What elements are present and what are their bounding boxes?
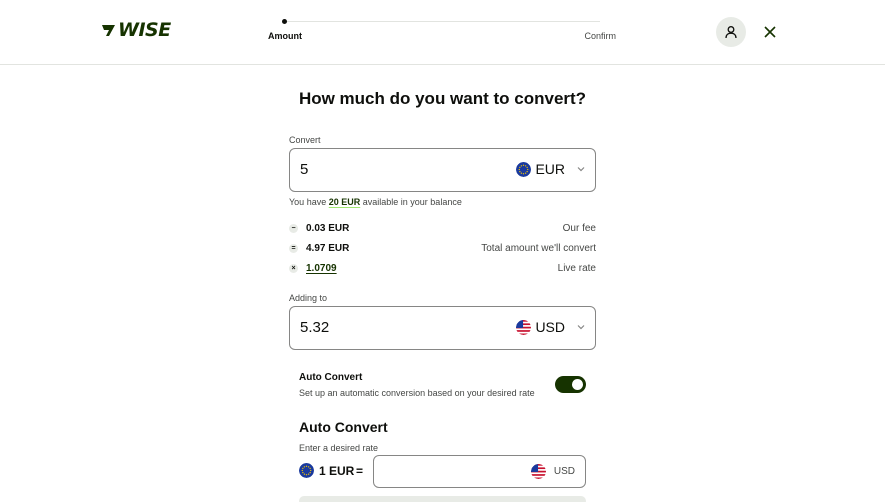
equals-icon: = — [289, 244, 298, 253]
chevron-down-icon — [577, 167, 585, 172]
auto-convert-toggle[interactable] — [555, 376, 586, 393]
total-description: Total amount we'll convert — [481, 243, 596, 254]
rate-row: × 1.0709 Live rate — [289, 263, 596, 277]
rate-target-currency-code: USD — [553, 466, 575, 477]
convert-label: Convert — [289, 135, 321, 145]
total-row: = 4.97 EUR Total amount we'll convert — [289, 243, 596, 257]
desired-rate-label: Enter a desired rate — [299, 443, 379, 453]
close-button[interactable] — [762, 24, 778, 40]
step-confirm: Confirm — [584, 31, 616, 41]
rate-from-amount: 1 EUR — [319, 463, 355, 478]
convert-amount-field[interactable]: 5 EUR — [289, 148, 596, 192]
progress-stepper: Amount Confirm — [268, 17, 618, 47]
stepper-track — [284, 21, 600, 22]
rate-equals: = — [356, 464, 364, 478]
top-bar: WISE Amount Confirm — [0, 0, 885, 65]
wise-logo[interactable]: WISE — [100, 20, 171, 40]
chevron-down-icon — [577, 325, 585, 330]
auto-convert-title: Auto Convert — [299, 372, 363, 383]
desired-rate-field[interactable]: USD — [373, 455, 586, 488]
total-value: 4.97 EUR — [306, 243, 350, 254]
profile-button[interactable] — [716, 17, 746, 47]
fee-row: − 0.03 EUR Our fee — [289, 223, 596, 237]
convert-currency-select[interactable]: EUR — [516, 161, 587, 177]
live-rate-description: Live rate — [557, 263, 596, 274]
auto-convert-heading: Auto Convert — [299, 419, 388, 435]
adding-to-amount-field[interactable]: 5.32 USD — [289, 306, 596, 350]
current-step-dot — [282, 19, 287, 24]
wise-flag-icon — [102, 25, 115, 36]
close-icon — [764, 26, 776, 38]
balance-suffix: available in your balance — [362, 197, 462, 207]
eu-flag-icon — [299, 463, 314, 478]
eu-flag-icon — [516, 161, 532, 177]
toggle-knob — [572, 379, 583, 390]
fee-value: 0.03 EUR — [306, 223, 350, 234]
rate-target-currency: USD — [530, 464, 575, 479]
us-flag-icon — [516, 319, 532, 335]
balance-note: You have 20 EUR available in your balanc… — [289, 197, 462, 207]
adding-to-currency-code: USD — [535, 319, 565, 335]
balance-prefix: You have — [289, 197, 327, 207]
balance-amount-link[interactable]: 20 EUR — [329, 197, 361, 207]
auto-convert-subtitle: Set up an automatic conversion based on … — [299, 388, 535, 398]
convert-amount-value[interactable]: 5 — [300, 161, 308, 178]
logo-text: WISE — [118, 19, 171, 41]
continue-button[interactable] — [299, 496, 586, 502]
us-flag-icon — [530, 464, 546, 479]
convert-currency-code: EUR — [535, 161, 565, 177]
adding-to-amount-value[interactable]: 5.32 — [300, 319, 329, 336]
fee-description: Our fee — [562, 223, 596, 234]
adding-to-label: Adding to — [289, 293, 328, 303]
multiply-icon: × — [289, 264, 298, 273]
minus-icon: − — [289, 224, 298, 233]
step-amount: Amount — [268, 31, 302, 41]
desired-rate-input[interactable] — [382, 464, 522, 480]
live-rate-link[interactable]: 1.0709 — [306, 263, 337, 274]
page-title: How much do you want to convert? — [298, 89, 587, 108]
auto-convert-option: Auto Convert Set up an automatic convers… — [299, 371, 587, 403]
adding-to-currency-select[interactable]: USD — [516, 319, 587, 335]
user-icon — [725, 26, 737, 39]
rate-from: 1 EUR — [299, 463, 354, 478]
